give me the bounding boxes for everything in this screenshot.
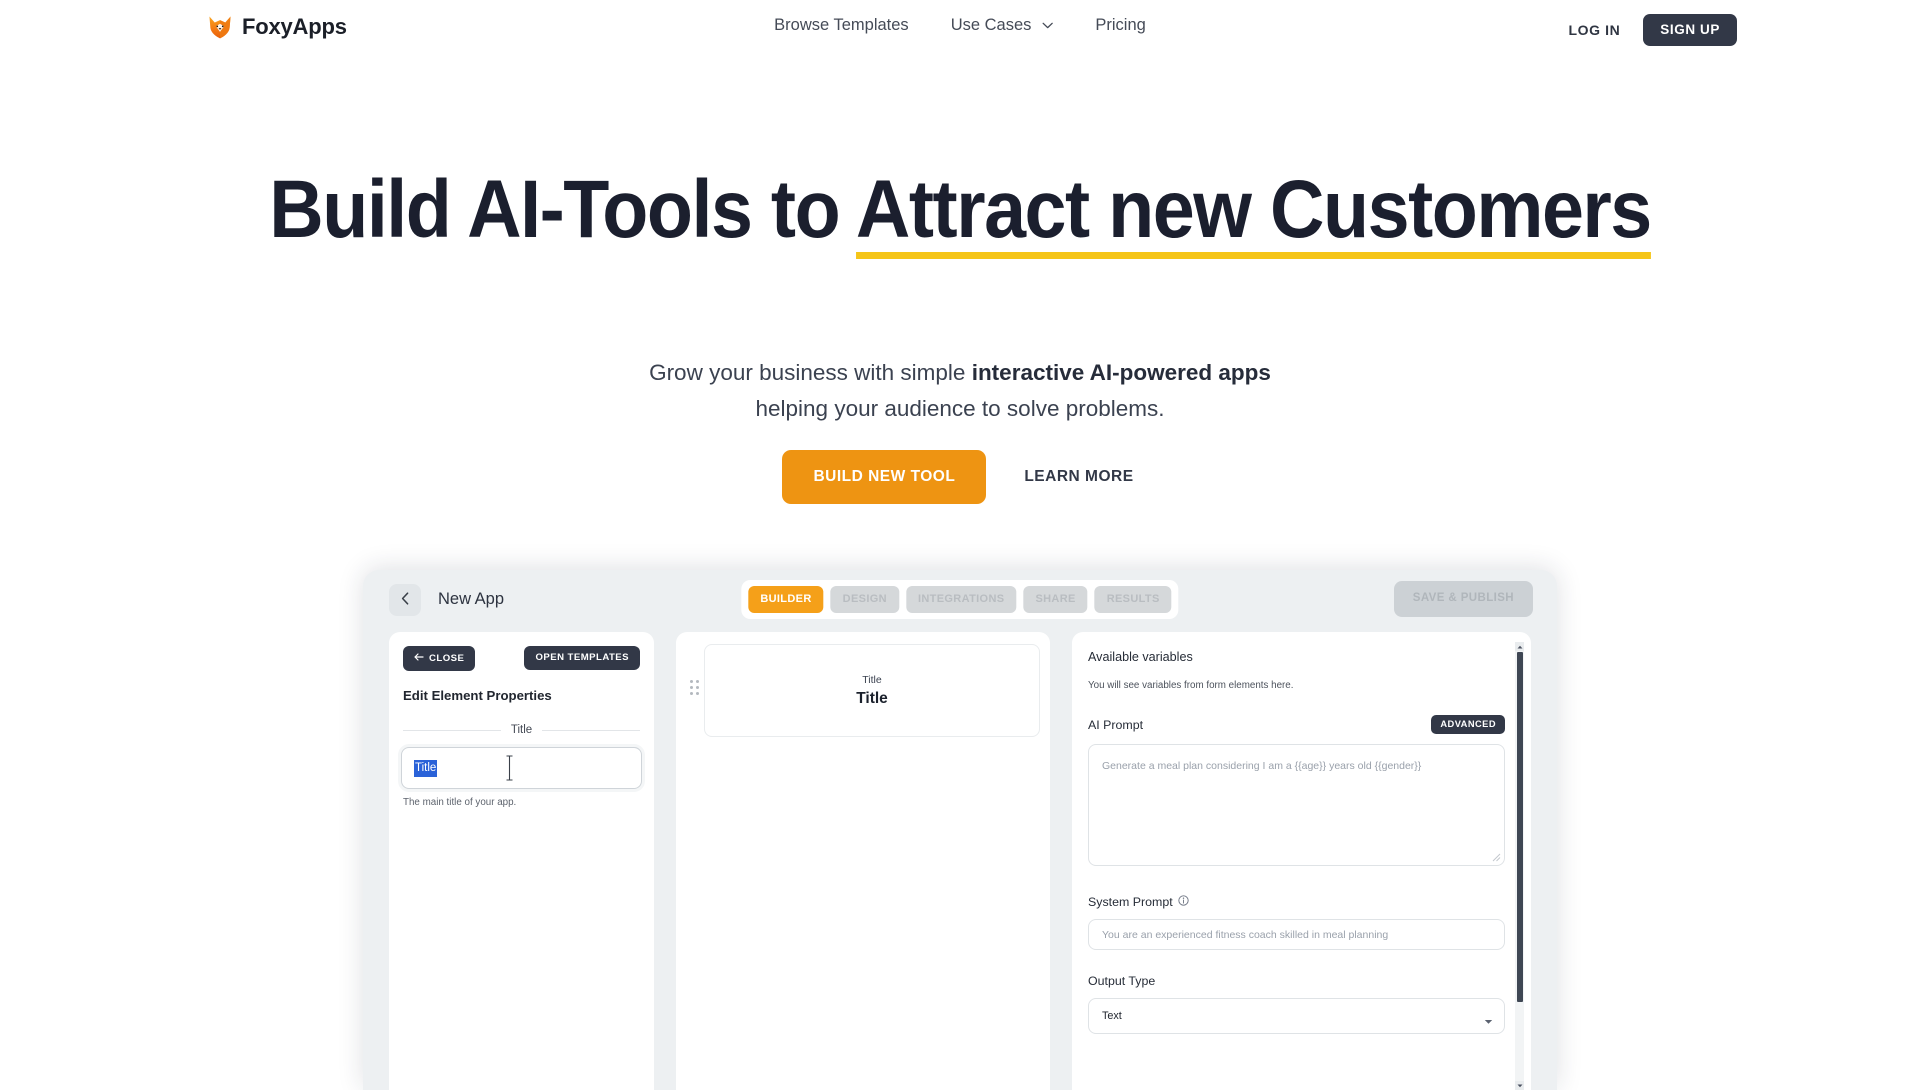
output-type-select[interactable]: Text bbox=[1088, 998, 1505, 1035]
canvas-title-element[interactable]: Title Title bbox=[704, 644, 1040, 737]
resize-grip-icon[interactable] bbox=[1492, 849, 1501, 867]
legend-rule-left bbox=[403, 729, 501, 731]
tab-design[interactable]: DESIGN bbox=[830, 586, 899, 613]
open-templates-button[interactable]: OPEN TEMPLATES bbox=[524, 646, 640, 670]
title-helper-text: The main title of your app. bbox=[403, 797, 517, 808]
nav-link-use-cases-label: Use Cases bbox=[950, 16, 1032, 34]
system-prompt-label-row: System Prompt bbox=[1088, 895, 1505, 909]
arrow-left-icon bbox=[414, 653, 424, 664]
hero-cta-row: BUILD NEW TOOL LEARN MORE bbox=[0, 450, 1920, 504]
title-input[interactable] bbox=[401, 747, 642, 789]
scroll-up-arrow-icon[interactable] bbox=[1515, 642, 1524, 651]
tab-integrations[interactable]: INTEGRATIONS bbox=[905, 586, 1017, 613]
system-prompt-label-text: System Prompt bbox=[1088, 895, 1173, 910]
signup-button[interactable]: SIGN UP bbox=[1643, 14, 1737, 46]
drag-handle-icon[interactable] bbox=[690, 680, 699, 695]
advanced-badge[interactable]: ADVANCED bbox=[1431, 715, 1505, 735]
close-panel-label: CLOSE bbox=[429, 652, 465, 664]
available-variables-hint: You will see variables from form element… bbox=[1088, 680, 1294, 691]
nav-auth-actions: LOG IN SIGN UP bbox=[1568, 14, 1737, 46]
subhead-bold: interactive AI-powered apps bbox=[971, 360, 1271, 385]
hero-subheading: Grow your business with simple interacti… bbox=[0, 355, 1920, 428]
ai-prompt-label-row: AI Prompt ADVANCED bbox=[1088, 715, 1505, 735]
info-icon[interactable] bbox=[1178, 895, 1189, 909]
top-navigation-bar: FoxyApps Browse Templates Use Cases Pric… bbox=[0, 0, 1920, 64]
left-panel-actions: CLOSE OPEN TEMPLATES bbox=[403, 646, 640, 671]
page-title: Build AI-Tools to Attract new Customers bbox=[77, 164, 1843, 259]
builder-panels: CLOSE OPEN TEMPLATES Edit Element Proper… bbox=[363, 632, 1557, 1090]
available-variables-heading: Available variables bbox=[1088, 650, 1193, 664]
builder-toolbar: New App BUILDER DESIGN INTEGRATIONS SHAR… bbox=[363, 570, 1557, 632]
build-new-tool-button[interactable]: BUILD NEW TOOL bbox=[782, 450, 987, 504]
back-button[interactable] bbox=[389, 584, 421, 616]
title-input-wrap: Title bbox=[401, 747, 642, 789]
builder-tab-bar: BUILDER DESIGN INTEGRATIONS SHARE RESULT… bbox=[741, 580, 1179, 619]
canvas-element-title: Title bbox=[856, 689, 888, 707]
subhead-post: helping your audience to solve problems. bbox=[755, 396, 1165, 422]
login-link[interactable]: LOG IN bbox=[1568, 22, 1620, 38]
output-type-select-wrap: Text bbox=[1088, 998, 1505, 1035]
ai-prompt-label: AI Prompt bbox=[1088, 717, 1144, 732]
field-legend: Title bbox=[403, 724, 640, 736]
app-title: New App bbox=[438, 590, 505, 608]
close-panel-button[interactable]: CLOSE bbox=[403, 646, 476, 671]
ai-settings-panel: Available variables You will see variabl… bbox=[1072, 632, 1531, 1090]
system-prompt-label: System Prompt bbox=[1088, 895, 1189, 909]
brand-name: FoxyApps bbox=[242, 14, 347, 39]
nav-link-browse-templates[interactable]: Browse Templates bbox=[774, 17, 909, 34]
learn-more-button[interactable]: LEARN MORE bbox=[1020, 450, 1137, 504]
tab-builder[interactable]: BUILDER bbox=[748, 586, 824, 613]
element-properties-panel: CLOSE OPEN TEMPLATES Edit Element Proper… bbox=[389, 632, 654, 1090]
save-and-publish-button[interactable]: SAVE & PUBLISH bbox=[1393, 581, 1533, 617]
ai-prompt-textarea[interactable] bbox=[1088, 744, 1505, 867]
chevron-down-icon bbox=[1042, 22, 1054, 29]
panel-scrollbar-thumb[interactable] bbox=[1517, 652, 1523, 1002]
panel-heading: Edit Element Properties bbox=[403, 688, 552, 703]
canvas-panel: Title Title bbox=[676, 632, 1050, 1090]
caret-down-icon bbox=[1484, 1012, 1493, 1030]
chevron-left-icon bbox=[401, 592, 409, 608]
app-builder-preview: New App BUILDER DESIGN INTEGRATIONS SHAR… bbox=[363, 570, 1557, 1090]
nav-link-pricing[interactable]: Pricing bbox=[1095, 17, 1145, 34]
tab-results[interactable]: RESULTS bbox=[1094, 586, 1172, 613]
output-type-label: Output Type bbox=[1088, 974, 1156, 989]
headline-part-plain: Build AI-Tools to bbox=[269, 164, 856, 255]
nav-link-use-cases[interactable]: Use Cases bbox=[951, 17, 1054, 34]
subhead-pre: Grow your business with simple bbox=[649, 360, 972, 385]
system-prompt-input[interactable] bbox=[1088, 919, 1505, 951]
legend-rule-right bbox=[542, 729, 640, 731]
ai-settings-content: Available variables You will see variabl… bbox=[1088, 632, 1505, 1035]
nav-links: Browse Templates Use Cases Pricing bbox=[774, 17, 1146, 34]
tab-share[interactable]: SHARE bbox=[1023, 586, 1088, 613]
canvas-element-label: Title bbox=[862, 673, 882, 686]
fox-icon bbox=[207, 14, 233, 40]
field-legend-label: Title bbox=[510, 724, 533, 736]
headline-part-highlighted: Attract new Customers bbox=[855, 164, 1652, 259]
scroll-down-arrow-icon[interactable] bbox=[1515, 1081, 1524, 1090]
output-type-label-row: Output Type bbox=[1088, 974, 1505, 988]
brand-logo[interactable]: FoxyApps bbox=[207, 14, 347, 40]
